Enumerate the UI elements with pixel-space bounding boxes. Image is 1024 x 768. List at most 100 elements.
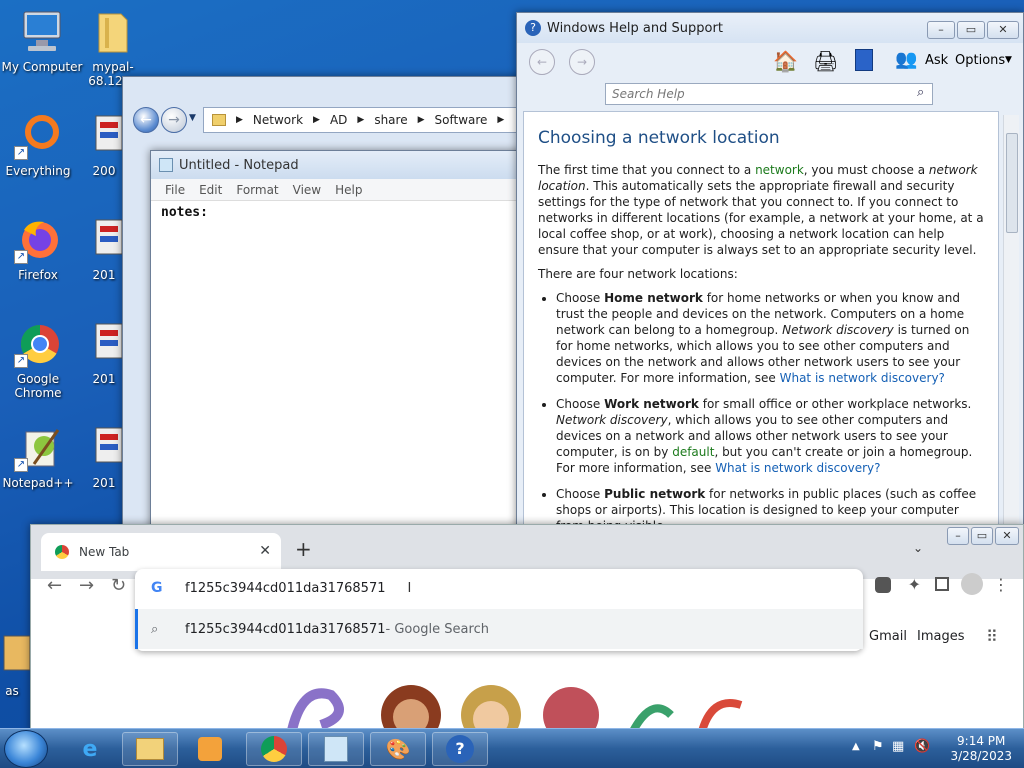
notepad-text-area[interactable]: notes: — [151, 201, 521, 224]
network-icon[interactable]: ▦ — [892, 739, 904, 754]
taskbar-chrome[interactable] — [246, 732, 302, 766]
options-button[interactable]: Options — [955, 53, 1005, 68]
forward-button[interactable]: → — [569, 49, 595, 75]
desktop-icon-installer-5[interactable]: as — [0, 632, 32, 698]
minimize-button[interactable]: – — [927, 21, 955, 39]
forward-button[interactable]: → — [161, 107, 187, 133]
omnibox[interactable]: G f1255c3944cd011da31768571 I ⌕ f1255c39… — [135, 569, 863, 651]
chrome-window[interactable]: New Tab ✕ + ⌄ – ▭ ✕ ← → ↻ ✦ ⋮ Gmail Imag… — [30, 524, 1024, 735]
apps-grid-icon[interactable]: ⠿ — [986, 627, 998, 646]
help-window[interactable]: ? Windows Help and Support – ▭ ✕ ← → 🏠 🖨… — [516, 12, 1024, 532]
desktop-icon-installer-3[interactable]: 201 — [84, 320, 124, 386]
desktop-icon-everything[interactable]: ↗ Everything — [0, 112, 80, 178]
google-doodle[interactable] — [281, 675, 781, 735]
volume-muted-icon[interactable]: 🔇 — [914, 739, 930, 754]
profile-avatar[interactable] — [961, 573, 983, 595]
back-button[interactable]: ← — [529, 49, 555, 75]
taskbar-explorer[interactable] — [122, 732, 178, 766]
menu-format[interactable]: Format — [236, 183, 278, 197]
clock[interactable]: 9:14 PM 3/28/2023 — [950, 734, 1012, 764]
browse-help-icon[interactable] — [855, 49, 873, 71]
paint-icon: 🎨 — [385, 737, 411, 761]
media-player-icon — [198, 737, 222, 761]
reload-button[interactable]: ↻ — [111, 575, 126, 596]
system-tray: ▲ ⚑ ▦ 🔇 9:14 PM 3/28/2023 — [844, 729, 1024, 768]
tab-new-tab[interactable]: New Tab ✕ — [41, 533, 281, 571]
desktop-icon-installer-1[interactable]: 200 — [84, 112, 124, 178]
ask-button[interactable]: Ask — [925, 53, 948, 68]
taskbar-media-player[interactable] — [182, 732, 238, 766]
menu-edit[interactable]: Edit — [199, 183, 222, 197]
chrome-menu-icon[interactable]: ⋮ — [993, 575, 1009, 594]
maximize-button[interactable]: ▭ — [957, 21, 985, 39]
taskbar-notepad[interactable] — [308, 732, 364, 766]
omnibox-input[interactable]: f1255c3944cd011da31768571 — [185, 581, 386, 596]
close-button[interactable]: ✕ — [987, 21, 1019, 39]
clock-date: 3/28/2023 — [950, 749, 1012, 763]
breadcrumb-software[interactable]: Software — [435, 113, 488, 127]
close-tab-icon[interactable]: ✕ — [259, 543, 271, 559]
ublock-icon[interactable] — [875, 577, 891, 593]
address-bar[interactable]: ▶ Network ▶ AD ▶ share ▶ Software ▶ — [203, 107, 521, 133]
omnibox-suggestion[interactable]: ⌕ f1255c3944cd011da31768571 - Google Sea… — [135, 609, 863, 649]
taskbar-paint[interactable]: 🎨 — [370, 732, 426, 766]
firefox-icon: ↗ — [14, 216, 62, 264]
breadcrumb-network[interactable]: Network — [253, 113, 303, 127]
help-title: Windows Help and Support — [547, 20, 723, 36]
start-button[interactable] — [4, 730, 48, 768]
tab-search-chevron-icon[interactable]: ⌄ — [913, 541, 923, 555]
network-link[interactable]: network — [755, 163, 804, 177]
desktop-icon-firefox[interactable]: ↗ Firefox — [0, 216, 80, 282]
search-icon[interactable]: ⌕ — [917, 85, 924, 100]
notepad-window[interactable]: Untitled - Notepad File Edit Format View… — [150, 150, 522, 530]
forward-button[interactable]: → — [79, 575, 94, 596]
network-discovery-link[interactable]: What is network discovery? — [780, 371, 945, 385]
notepad-titlebar[interactable]: Untitled - Notepad — [151, 151, 521, 179]
omnibox-input-row[interactable]: G f1255c3944cd011da31768571 I — [135, 569, 863, 607]
images-link[interactable]: Images — [917, 629, 965, 644]
search-help-input[interactable]: Search Help — [605, 83, 933, 105]
gmail-link[interactable]: Gmail — [869, 629, 907, 644]
home-icon[interactable]: 🏠 — [773, 49, 798, 73]
show-hidden-icons-icon[interactable]: ▲ — [852, 741, 860, 752]
back-button[interactable]: ← — [133, 107, 159, 133]
back-button[interactable]: ← — [47, 575, 62, 596]
side-panel-icon[interactable] — [935, 577, 949, 591]
internet-explorer-icon: e — [82, 736, 98, 762]
breadcrumb-ad[interactable]: AD — [330, 113, 347, 127]
close-button[interactable]: ✕ — [995, 527, 1019, 545]
recent-pages-dropdown-icon[interactable]: ▼ — [189, 113, 196, 123]
network-discovery-link[interactable]: What is network discovery? — [715, 461, 880, 475]
action-center-flag-icon[interactable]: ⚑ — [872, 739, 884, 754]
print-icon[interactable]: 🖨 — [813, 49, 838, 73]
article-four-locations: There are four network locations: — [538, 267, 738, 281]
breadcrumb-share[interactable]: share — [374, 113, 407, 127]
desktop-icon-notepadpp[interactable]: ↗ Notepad++ — [0, 424, 80, 490]
suggestion-suffix: - Google Search — [385, 621, 489, 637]
extensions-icon[interactable]: ✦ — [908, 575, 921, 594]
search-icon: ⌕ — [151, 621, 159, 637]
taskbar-ie[interactable]: e — [62, 732, 118, 766]
scrollbar-thumb[interactable] — [1006, 133, 1018, 233]
tab-title: New Tab — [79, 545, 130, 559]
chevron-down-icon[interactable]: ▼ — [1005, 55, 1012, 65]
menu-view[interactable]: View — [293, 183, 321, 197]
new-tab-button[interactable]: + — [295, 537, 312, 561]
menu-file[interactable]: File — [165, 183, 185, 197]
shortcut-arrow-icon: ↗ — [14, 354, 28, 368]
computer-icon — [18, 8, 66, 56]
chrome-icon — [261, 736, 287, 762]
desktop-icon-installer-4[interactable]: 201 — [84, 424, 124, 490]
default-link[interactable]: default — [672, 445, 714, 459]
desktop-icon-installer-2[interactable]: 201 — [84, 216, 124, 282]
minimize-button[interactable]: – — [947, 527, 969, 545]
help-caption-buttons: – ▭ ✕ — [925, 21, 1019, 39]
taskbar-help[interactable]: ? — [432, 732, 488, 766]
ask-icon[interactable]: 👥 — [895, 49, 917, 70]
desktop-icon-label: 201 — [92, 476, 116, 490]
breadcrumb-separator-icon: ▶ — [357, 115, 365, 125]
menu-help[interactable]: Help — [335, 183, 362, 197]
maximize-button[interactable]: ▭ — [971, 527, 993, 545]
help-scrollbar[interactable] — [1003, 115, 1019, 531]
desktop-icon-google-chrome[interactable]: ↗ Google Chrome — [0, 320, 80, 400]
